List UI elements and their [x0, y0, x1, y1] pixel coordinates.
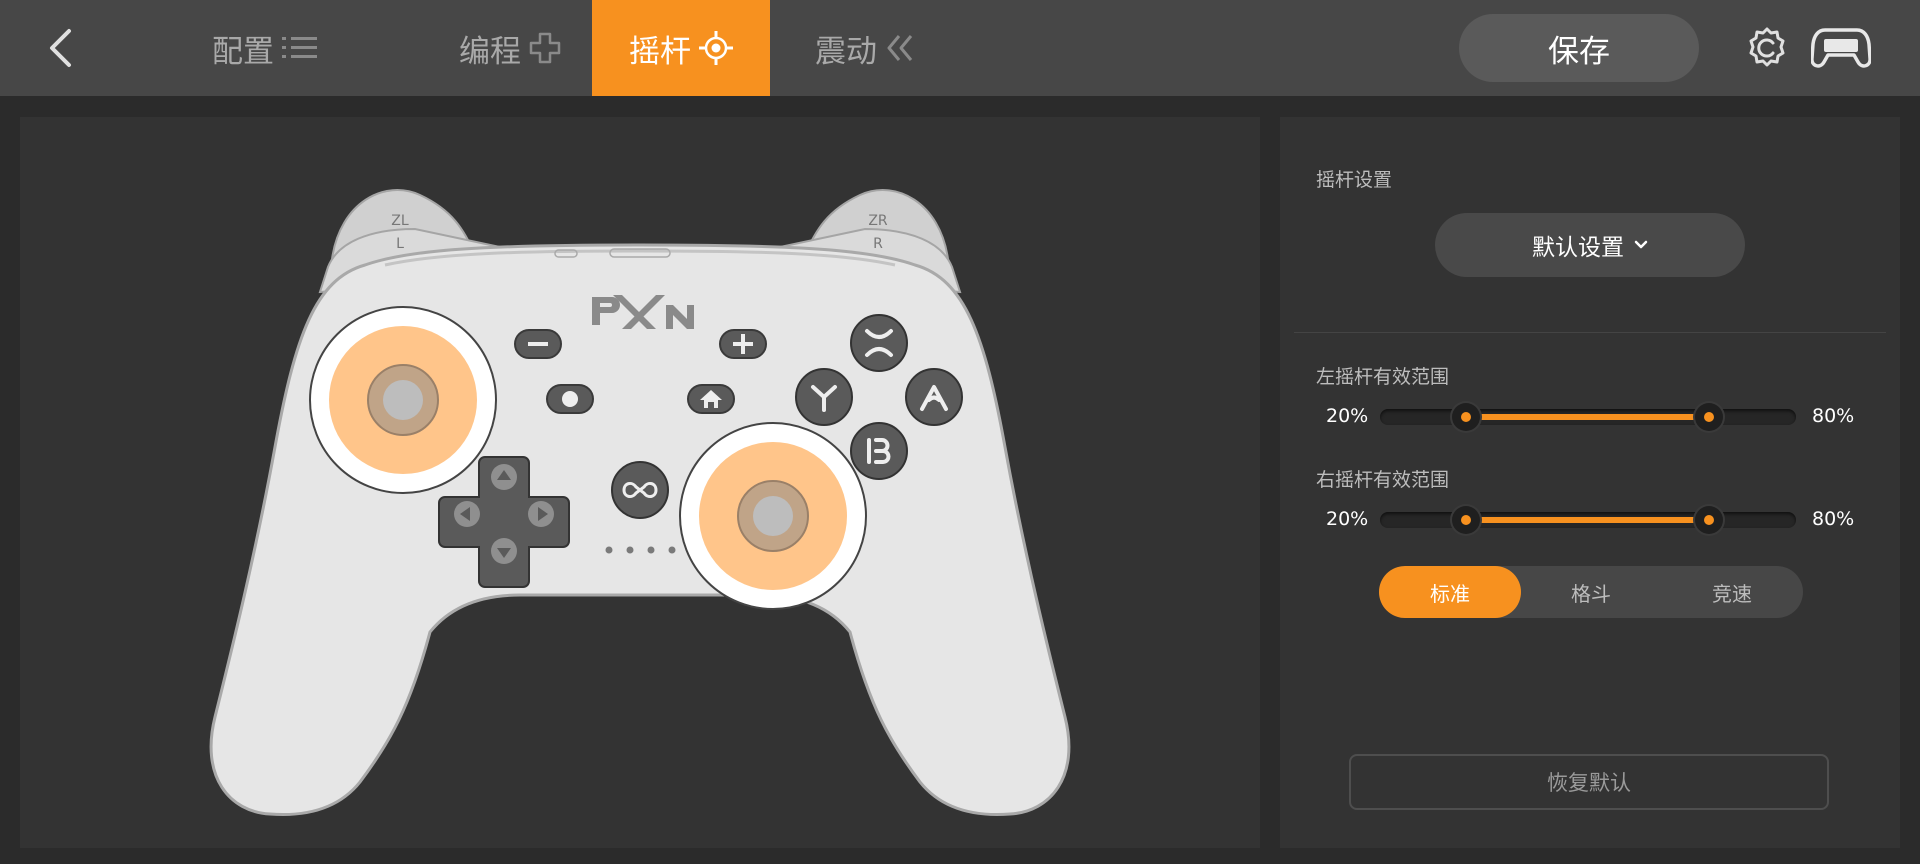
tab-joystick[interactable]: 摇杆: [592, 0, 770, 96]
left-range-min-handle[interactable]: [1452, 403, 1480, 431]
stick-settings-panel: 摇杆设置 默认设置 左摇杆有效范围 20% 80% 右摇杆有效范围 20% 80…: [1280, 117, 1900, 848]
face-button-a: [905, 368, 963, 426]
tab-label: 编程: [459, 33, 521, 70]
top-bar: 配置 编程 摇杆 震动 保存: [0, 0, 1920, 96]
face-button-b: [850, 422, 908, 480]
tab-config[interactable]: 配置: [200, 0, 330, 96]
preset-dropdown[interactable]: 默认设置: [1435, 213, 1745, 277]
right-range-track[interactable]: [1380, 506, 1796, 534]
controller-status-button[interactable]: [1810, 22, 1872, 74]
left-range-fill: [1466, 414, 1709, 420]
right-range-min-value: 20%: [1326, 508, 1369, 530]
joystick-target-icon: [699, 31, 733, 65]
mode-racing-button[interactable]: 竞速: [1661, 566, 1803, 618]
left-range-track[interactable]: [1380, 403, 1796, 431]
reset-default-button[interactable]: 恢复默认: [1349, 754, 1829, 810]
right-range-max-handle[interactable]: [1695, 506, 1723, 534]
chevron-down-icon: [1634, 240, 1648, 249]
left-stick-range-label: 左摇杆有效范围: [1316, 366, 1450, 388]
left-range-min-value: 20%: [1326, 405, 1369, 427]
zr-label: ZR: [868, 213, 888, 229]
left-range-max-value: 80%: [1812, 405, 1855, 427]
left-stick-range-slider: 20% 80%: [1280, 397, 1900, 437]
left-range-max-handle[interactable]: [1695, 403, 1723, 431]
mode-selector: 标准 格斗 竞速: [1379, 566, 1803, 618]
right-range-max-value: 80%: [1812, 508, 1855, 530]
back-button[interactable]: [40, 22, 80, 74]
tab-label: 震动: [815, 33, 877, 70]
minus-button-icon: [514, 329, 562, 359]
divider: [1294, 332, 1886, 333]
left-stick-highlight: [309, 306, 497, 494]
mode-standard-button[interactable]: 标准: [1379, 566, 1521, 618]
gamepad-icon: [1811, 28, 1871, 68]
home-button-icon: [687, 384, 735, 414]
chevron-left-icon: [50, 29, 71, 67]
face-button-y: [795, 368, 853, 426]
stick-settings-title: 摇杆设置: [1316, 169, 1393, 191]
settings-button[interactable]: [1744, 22, 1790, 74]
zl-label: ZL: [391, 213, 409, 229]
tab-programming[interactable]: 编程: [445, 0, 575, 96]
right-range-min-handle[interactable]: [1452, 506, 1480, 534]
gamepad-illustration: ZL L ZR R: [209, 189, 1071, 816]
turbo-button-icon: [611, 461, 669, 519]
right-range-fill: [1466, 517, 1709, 523]
gear-icon: [1749, 27, 1785, 67]
vibration-icon: [885, 33, 915, 63]
right-stick-range-slider: 20% 80%: [1280, 500, 1900, 540]
preset-value: 默认设置: [1532, 235, 1624, 261]
r-label: R: [873, 236, 883, 252]
cross-icon: [529, 32, 561, 64]
face-button-x: [850, 314, 908, 372]
capture-button-icon: [546, 384, 594, 414]
tab-label: 摇杆: [629, 33, 691, 70]
tab-vibration[interactable]: 震动: [800, 0, 930, 96]
right-stick-highlight: [679, 422, 867, 610]
controller-preview-panel: ZL L ZR R: [20, 117, 1260, 848]
list-icon: [282, 34, 318, 62]
save-button[interactable]: 保存: [1459, 14, 1699, 82]
plus-button-icon: [719, 329, 767, 359]
mode-fighting-button[interactable]: 格斗: [1520, 566, 1662, 618]
tab-label: 配置: [212, 33, 274, 70]
l-label: L: [396, 236, 404, 252]
right-stick-range-label: 右摇杆有效范围: [1316, 469, 1450, 491]
